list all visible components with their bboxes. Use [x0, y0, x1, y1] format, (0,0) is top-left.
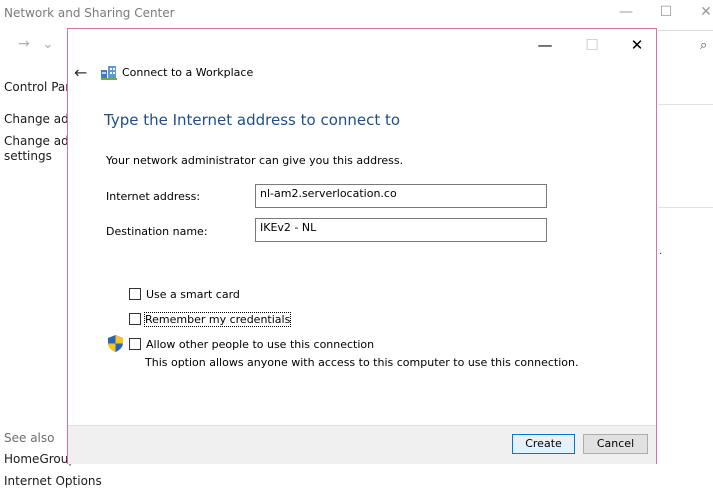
change-advanced-sharing-link-line2[interactable]: settings	[4, 149, 52, 163]
cancel-button[interactable]: Cancel	[583, 434, 648, 454]
description-text: Your network administrator can give you …	[106, 154, 404, 167]
connect-to-workplace-dialog: — ☐ ✕ ← Connect to a Workplace Type the …	[67, 28, 657, 464]
destination-name-input[interactable]: IKEv2 - NL	[255, 218, 547, 242]
divider	[658, 104, 713, 105]
maximize-button[interactable]: ☐	[654, 2, 678, 22]
smart-card-label[interactable]: Use a smart card	[146, 288, 240, 301]
maximize-button: ☐	[585, 36, 599, 54]
uac-shield-icon	[108, 335, 123, 352]
see-also-heading: See also	[4, 431, 55, 445]
divider	[658, 207, 713, 208]
allow-others-label[interactable]: Allow other people to use this connectio…	[146, 338, 374, 351]
dialog-footer: Create Cancel	[68, 425, 656, 464]
internet-address-label: Internet address:	[106, 190, 201, 203]
internet-address-input[interactable]: nl-am2.serverlocation.co	[255, 184, 547, 208]
allow-others-note: This option allows anyone with access to…	[145, 356, 579, 369]
smart-card-checkbox[interactable]	[129, 288, 141, 300]
destination-name-label: Destination name:	[106, 225, 208, 238]
nav-dropdown-icon[interactable]: ⌄	[42, 36, 54, 52]
search-icon[interactable]: ⌕	[700, 38, 707, 53]
allow-others-checkbox[interactable]	[129, 338, 141, 350]
remember-credentials-checkbox[interactable]	[129, 313, 141, 325]
minimize-button[interactable]: —	[528, 31, 562, 59]
back-arrow-icon[interactable]: →	[18, 36, 30, 52]
homegroup-link[interactable]: HomeGroup	[4, 452, 76, 466]
search-box-border	[658, 30, 713, 31]
remember-credentials-label[interactable]: Remember my credentials	[143, 312, 292, 327]
internet-options-link[interactable]: Internet Options	[4, 474, 102, 488]
page-heading: Type the Internet address to connect to	[104, 111, 401, 129]
create-button[interactable]: Create	[512, 434, 575, 454]
dialog-app-title: Connect to a Workplace	[122, 66, 254, 79]
close-button[interactable]: ✕	[620, 31, 654, 59]
back-arrow-icon[interactable]: ←	[74, 63, 87, 82]
window-title: Network and Sharing Center	[4, 6, 175, 20]
minimize-button[interactable]: —	[614, 2, 638, 22]
stray-text: .	[659, 246, 663, 257]
close-button[interactable]: ✕	[694, 2, 713, 22]
workplace-network-icon	[101, 66, 117, 80]
